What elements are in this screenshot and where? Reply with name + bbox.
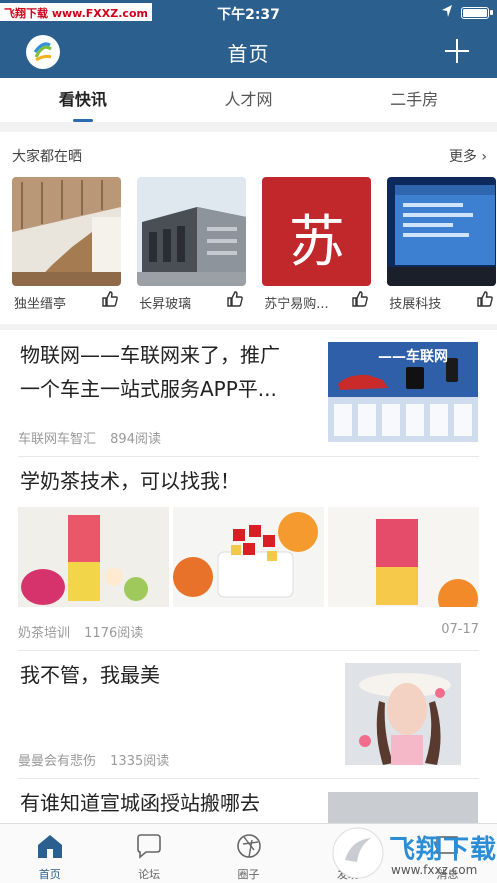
chat-bubble-icon: [137, 834, 161, 859]
article-date: 07-17: [441, 622, 479, 637]
row-divider: [18, 778, 479, 779]
tab-second-hand-house[interactable]: 二手房: [331, 78, 497, 122]
showcase-name: 独坐缙亭: [14, 297, 67, 312]
tab-label: 圈子: [237, 868, 260, 881]
status-time: 下午2:37: [217, 7, 280, 23]
home-icon: [37, 835, 62, 858]
showcase-image: [12, 177, 121, 286]
article-source: 奶茶培训: [18, 626, 71, 641]
thumbs-up-icon[interactable]: [351, 290, 369, 308]
location-arrow-icon: [442, 5, 452, 17]
brand-logo-icon: [332, 827, 384, 879]
article-meta: 车联网车智汇 894阅读: [18, 428, 171, 447]
showcase-image: [387, 177, 497, 286]
article-title-line: 物联网——车联网来了，推广: [20, 343, 280, 367]
showcase-image: 苏: [262, 177, 372, 286]
section-gap: [0, 122, 497, 132]
row-divider: [18, 456, 479, 457]
article-source: 曼曼会有悲伤: [18, 754, 97, 769]
article-thumbnail: [328, 792, 478, 823]
tab-talent[interactable]: 人才网: [166, 78, 332, 122]
row-divider: [18, 650, 479, 651]
article-title: 我不管，我最美: [20, 663, 160, 687]
article-thumbnail: [345, 663, 461, 765]
showcase-card[interactable]: 苏 苏宁易购...: [262, 177, 372, 314]
showcase-su-text: 苏: [288, 210, 345, 275]
thumbs-up-icon[interactable]: [476, 290, 494, 308]
tab-news[interactable]: 看快讯: [0, 78, 166, 122]
section-divider: [0, 324, 497, 330]
tab-label: 首页: [38, 868, 61, 881]
showcase-image: [137, 177, 247, 286]
thumbs-up-icon[interactable]: [226, 290, 244, 308]
brand-watermark: 飞翔下载 www.fxxz.com: [327, 823, 497, 883]
page-title: 首页: [227, 42, 270, 66]
article-image: [18, 507, 169, 607]
article-title: 物联网——车联网来了，推广 一个车主一站式服务APP平...: [20, 338, 320, 406]
article-meta: 奶茶培训 1176阅读: [18, 622, 153, 641]
article-reads: 1176阅读: [84, 626, 144, 641]
showcase-title: 大家都在晒: [12, 149, 82, 165]
battery-icon: [461, 7, 493, 19]
showcase-name: 长昇玻璃: [139, 297, 192, 312]
tab-circle[interactable]: 圈子: [199, 824, 298, 883]
status-bar: 飞翔下载 www.FXXZ.com 下午2:37: [0, 0, 497, 26]
article-reads: 894阅读: [110, 432, 161, 447]
more-label: 更多: [448, 149, 477, 165]
thumbnail-caption: ——车联网: [378, 349, 448, 365]
add-icon[interactable]: [445, 39, 469, 63]
tab-home[interactable]: 首页: [0, 824, 99, 883]
article-thumbnail: ——车联网: [328, 342, 478, 442]
more-link[interactable]: 更多 ›: [449, 146, 487, 166]
article-title-line: 有谁知道宣城函授站搬哪去: [20, 791, 260, 815]
aperture-icon: [236, 834, 261, 858]
article-meta: 曼曼会有悲伤 1335阅读: [18, 750, 179, 769]
brand-name: 飞翔下载: [389, 835, 497, 865]
showcase-list: 独坐缙亭 长昇玻璃 苏 苏宁易购... 技展科技: [12, 177, 497, 317]
showcase-header: 大家都在晒 更多 ›: [0, 138, 497, 172]
showcase-card[interactable]: 独坐缙亭: [12, 177, 121, 314]
showcase-card[interactable]: 长昇玻璃: [137, 177, 247, 314]
brand-url: www.fxxz.com: [391, 863, 478, 877]
nav-bar: 首页: [0, 26, 497, 78]
showcase-name: 技展科技: [389, 297, 442, 312]
top-tabs: 看快讯 人才网 二手房: [0, 78, 497, 122]
article-source: 车联网车智汇: [18, 432, 97, 447]
tab-label: 论坛: [138, 868, 161, 881]
article-title-line: 一个车主一站式服务APP平...: [20, 377, 277, 401]
thumbs-up-icon[interactable]: [101, 290, 119, 308]
showcase-name: 苏宁易购...: [264, 297, 329, 312]
article-reads: 1335阅读: [110, 754, 170, 769]
article-title: 学奶茶技术，可以找我！: [20, 469, 240, 493]
showcase-card[interactable]: 技展科技: [387, 177, 497, 314]
article-image: [173, 507, 324, 607]
tab-forum[interactable]: 论坛: [99, 824, 198, 883]
article-image: [328, 507, 479, 607]
chevron-right-icon: ›: [481, 149, 487, 165]
